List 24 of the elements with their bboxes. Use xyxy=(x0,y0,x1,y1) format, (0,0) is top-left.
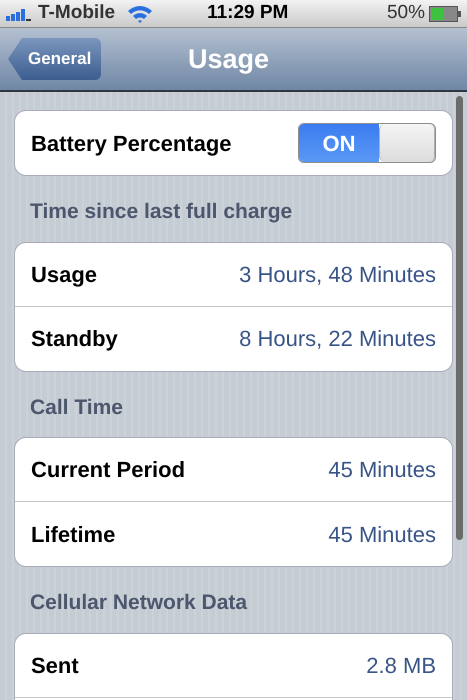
battery-percentage: 50% xyxy=(386,1,425,26)
row-value: 45 Minutes xyxy=(328,520,436,548)
toggle-text: ON xyxy=(322,130,356,158)
battery-icon xyxy=(429,6,461,22)
clock-time: 11:29 PM xyxy=(207,1,288,26)
row-label: Sent xyxy=(31,652,79,680)
row-label: Usage xyxy=(31,260,98,289)
section-header: Time since last full charge xyxy=(29,199,294,225)
section-header: Call Time xyxy=(29,394,124,420)
back-button[interactable]: General xyxy=(8,38,102,80)
carrier-name: T-Mobile xyxy=(38,1,116,26)
wifi-icon xyxy=(127,4,154,24)
row-label: Battery Percentage xyxy=(31,130,232,158)
page-title: Usage xyxy=(188,42,270,76)
row-label: Current Period xyxy=(31,456,186,484)
row-value: 3 Hours, 48 Minutes xyxy=(239,260,436,288)
row-value: 8 Hours, 22 Minutes xyxy=(239,325,436,353)
row-label: Standby xyxy=(31,325,118,353)
row-value: 45 Minutes xyxy=(328,456,436,484)
section-header: Cellular Network Data xyxy=(29,590,248,616)
row-label: Lifetime xyxy=(31,520,116,548)
row-value: 2.8 MB xyxy=(366,652,436,680)
signal-icon xyxy=(6,6,34,20)
toggle-switch[interactable]: ON xyxy=(298,123,436,163)
